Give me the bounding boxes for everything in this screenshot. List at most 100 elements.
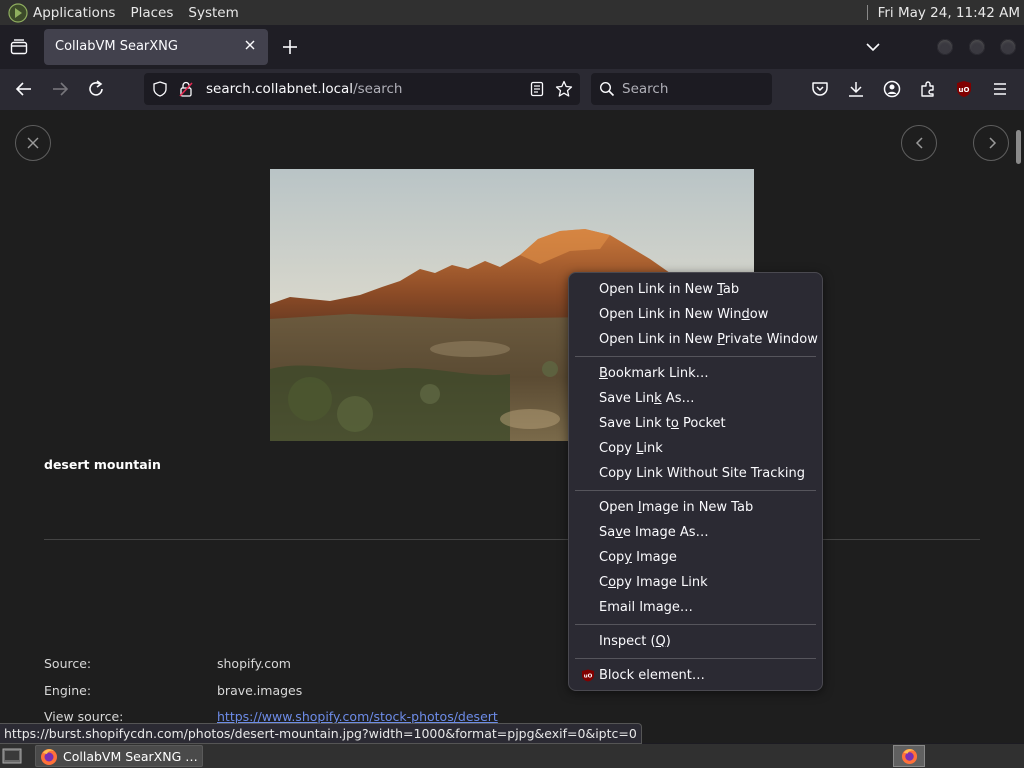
close-tab-icon[interactable] [242, 37, 258, 53]
menu-item-label: ow [749, 307, 769, 322]
context-menu-item[interactable]: Open Image in New Tab [573, 495, 818, 520]
menu-item-label: Email Image… [599, 600, 693, 615]
view-source-link[interactable]: https://www.shopify.com/stock-photos/des… [217, 709, 498, 724]
reader-view-icon[interactable] [529, 81, 545, 97]
menu-item-label: Copy [599, 441, 637, 456]
context-menu-item[interactable]: Copy Link Without Site Tracking [573, 461, 818, 486]
search-bar[interactable]: Search [591, 73, 772, 105]
context-menu: Open Link in New Tab Open Link in New Win… [568, 272, 823, 691]
menu-item-label: ink [643, 441, 663, 456]
context-menu-item[interactable]: Copy Link [573, 436, 818, 461]
previous-image-button[interactable] [901, 125, 937, 161]
context-menu-item[interactable]: Copy Image Link [573, 570, 818, 595]
scrollbar-thumb[interactable] [1016, 130, 1021, 164]
image-title: desert mountain [44, 457, 161, 472]
menu-separator [575, 624, 816, 625]
menu-item-label: ab [722, 282, 740, 297]
context-menu-item[interactable]: Open Link in New Private Window [573, 327, 818, 352]
url-text[interactable]: search.collabnet.local/search [206, 81, 402, 97]
url-bar[interactable]: search.collabnet.local/search [144, 73, 580, 105]
tab-active[interactable]: CollabVM SearXNG [44, 29, 268, 65]
bookmark-star-icon[interactable] [555, 80, 573, 98]
menu-item-label: ookmark Link… [607, 366, 709, 381]
context-menu-item[interactable]: Email Image… [573, 595, 818, 620]
workspace-switcher[interactable] [893, 745, 925, 767]
menu-item-label: ) [665, 634, 671, 649]
menu-item-label: Save Lin [599, 391, 655, 406]
menu-item-accesskey: B [599, 366, 608, 381]
menu-item-label: Open [599, 500, 638, 515]
tab-bar: CollabVM SearXNG [0, 25, 1024, 69]
bottom-taskbar: CollabVM SearXNG … [0, 744, 1024, 768]
status-url-panel: https://burst.shopifycdn.com/photos/dese… [0, 723, 642, 744]
minimize-button[interactable] [937, 39, 953, 55]
chevron-right-icon [989, 137, 997, 149]
firefox-view-icon[interactable] [10, 39, 28, 55]
menu-item-accesskey: P [717, 332, 725, 347]
menu-item-label: mage in New Tab [641, 500, 754, 515]
menu-item-label: rivate Window [724, 332, 818, 347]
ublock-origin-icon[interactable]: uO [954, 79, 974, 99]
menu-item-label: e Image As… [622, 525, 709, 540]
navigation-toolbar: search.collabnet.local/search Search uO [0, 69, 1024, 110]
source-label: Source: [44, 656, 92, 671]
firefox-icon [41, 749, 57, 765]
menu-item-label: Open Link in New Win [599, 307, 742, 322]
next-image-button[interactable] [973, 125, 1009, 161]
url-path: /search [353, 81, 403, 97]
forward-arrow-icon[interactable] [50, 79, 70, 99]
menu-item-label: Copy Link Without Site Tracking [599, 466, 806, 481]
menu-item-label: Sa [599, 525, 616, 540]
context-menu-item[interactable]: Open Link in New Tab [573, 277, 818, 302]
close-window-button[interactable] [1000, 39, 1016, 55]
taskbar-firefox-window[interactable]: CollabVM SearXNG … [35, 745, 203, 767]
reload-icon[interactable] [86, 79, 106, 99]
downloads-icon[interactable] [846, 79, 866, 99]
insecure-lock-icon[interactable] [178, 80, 194, 98]
context-menu-item[interactable]: Bookmark Link… [573, 361, 818, 386]
close-icon [27, 137, 39, 149]
menu-item-label: C [599, 575, 609, 590]
page-content: desert mountain Source: shopify.com Engi… [0, 110, 1024, 743]
back-arrow-icon[interactable] [14, 79, 34, 99]
context-menu-item[interactable]: uO Block element… [573, 663, 818, 688]
close-detail-button[interactable] [15, 125, 51, 161]
context-menu-item[interactable]: Copy Image [573, 545, 818, 570]
menu-item-label: Cop [599, 550, 625, 565]
menu-item-label: Block element… [599, 668, 705, 683]
show-desktop-icon[interactable] [2, 747, 22, 765]
context-menu-item[interactable]: Save Image As… [573, 520, 818, 545]
places-menu[interactable]: Places [130, 5, 173, 21]
engine-value: brave.images [217, 683, 303, 698]
menu-item-accesskey: v [615, 525, 623, 540]
clock[interactable]: Fri May 24, 11:42 AM [878, 5, 1020, 21]
panel-separator [866, 5, 868, 20]
system-menu[interactable]: System [188, 5, 238, 21]
tab-title: CollabVM SearXNG [55, 39, 178, 54]
tracking-protection-shield-icon[interactable] [152, 81, 168, 97]
hamburger-menu-icon[interactable] [990, 79, 1010, 99]
pocket-icon[interactable] [810, 79, 830, 99]
ublock-icon: uO [582, 669, 594, 682]
applications-menu[interactable]: Applications [33, 5, 115, 21]
distro-logo-icon[interactable] [8, 2, 28, 23]
menu-item-accesskey: d [741, 307, 750, 322]
context-menu-item[interactable]: Save Link As… [573, 386, 818, 411]
menu-item-label: Inspect ( [599, 634, 656, 649]
menu-item-accesskey: y [624, 550, 632, 565]
divider [44, 539, 980, 540]
chevron-down-icon[interactable] [864, 39, 882, 55]
account-icon[interactable] [882, 79, 902, 99]
menu-separator [575, 356, 816, 357]
new-tab-icon[interactable] [280, 37, 300, 57]
context-menu-item[interactable]: Save Link to Pocket [573, 411, 818, 436]
engine-label: Engine: [44, 683, 92, 698]
firefox-icon [901, 748, 918, 765]
extensions-puzzle-icon[interactable] [918, 79, 938, 99]
menu-separator [575, 658, 816, 659]
context-menu-item[interactable]: Inspect (Q) [573, 629, 818, 654]
maximize-button[interactable] [969, 39, 985, 55]
menu-item-label: py Image Link [616, 575, 708, 590]
search-icon [599, 81, 615, 97]
context-menu-item[interactable]: Open Link in New Window [573, 302, 818, 327]
